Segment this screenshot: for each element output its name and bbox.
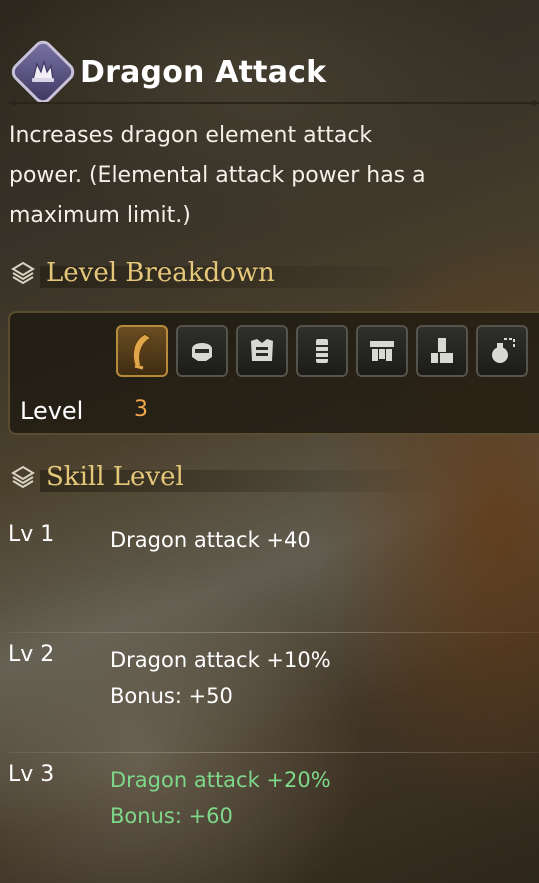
equip-slot-chest[interactable] — [236, 325, 288, 377]
level-effects: Dragon attack +40 — [110, 522, 311, 558]
level-bonus: Bonus: +60 — [110, 804, 233, 828]
dragon-attack-skill-icon — [7, 36, 79, 108]
level-effects: Dragon attack +10% Bonus: +50 — [110, 642, 331, 714]
skill-description: Increases dragon element attack power. (… — [9, 123, 426, 228]
level-breakdown-panel: Level 3 — [8, 311, 539, 435]
helmet-icon — [192, 343, 212, 361]
equip-slot-arms[interactable] — [296, 325, 348, 377]
equip-slot-waist[interactable] — [356, 325, 408, 377]
leg-armor-icon — [431, 338, 453, 363]
level-breakdown-heading: Level Breakdown — [10, 258, 275, 288]
level-effect: Dragon attack +20% — [110, 768, 331, 792]
chest-armor-icon — [251, 339, 273, 361]
waist-armor-icon — [370, 341, 394, 361]
arm-armor-icon — [316, 339, 328, 363]
level-name: Lv 2 — [8, 642, 55, 667]
level-effect: Dragon attack +40 — [110, 528, 311, 552]
row-divider — [8, 632, 539, 633]
skill-title-row: Dragon Attack — [7, 36, 327, 108]
level-bonus: Bonus: +50 — [110, 684, 233, 708]
level-breakdown-label: Level Breakdown — [46, 258, 275, 288]
level-effects: Dragon attack +20% Bonus: +60 — [110, 762, 331, 834]
level-name: Lv 1 — [8, 522, 55, 547]
equip-slot-weapon[interactable] — [116, 325, 168, 377]
weapon-icon — [132, 333, 153, 370]
level-name: Lv 3 — [8, 762, 55, 787]
equip-slot-legs[interactable] — [416, 325, 468, 377]
row-divider — [8, 752, 539, 753]
level-effect: Dragon attack +10% — [110, 648, 331, 672]
skill-level-heading: Skill Level — [10, 462, 184, 492]
layers-icon — [11, 465, 35, 489]
title-divider — [8, 100, 539, 106]
level-value: 3 — [134, 397, 148, 422]
talisman-icon — [492, 338, 515, 363]
level-label: Level — [20, 397, 84, 425]
layers-icon — [11, 261, 35, 285]
skill-level-label: Skill Level — [46, 462, 184, 492]
skill-name: Dragon Attack — [80, 54, 327, 90]
equip-slot-talisman[interactable] — [476, 325, 528, 377]
equipment-slot-row — [116, 325, 528, 377]
equip-slot-head[interactable] — [176, 325, 228, 377]
